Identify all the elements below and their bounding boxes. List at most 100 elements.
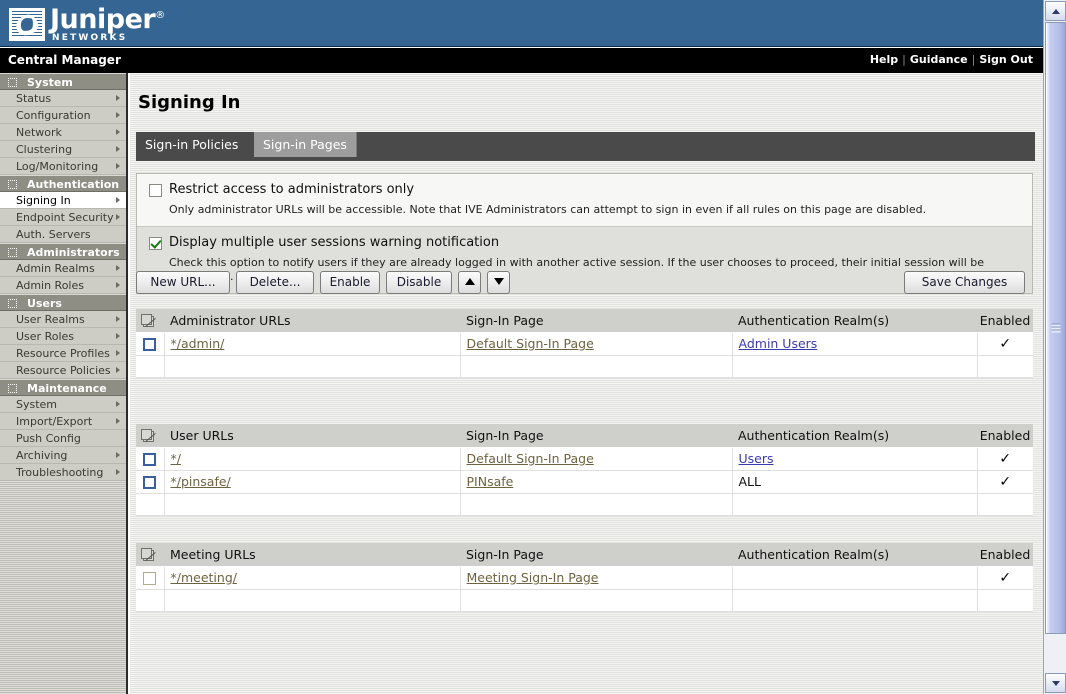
select-all-header[interactable] — [136, 309, 164, 332]
help-link[interactable]: Help — [870, 53, 898, 66]
sidebar-item-label: Log/Monitoring — [16, 160, 98, 173]
sign-in-page-link[interactable]: PINsafe — [467, 474, 514, 489]
sidebar-item-label: Admin Roles — [16, 279, 84, 292]
chevron-right-icon — [116, 129, 120, 135]
sign-in-page-link[interactable]: Default Sign-In Page — [467, 451, 594, 466]
chevron-right-icon — [116, 418, 120, 424]
sidebar-section-maintenance[interactable]: Maintenance — [0, 379, 126, 396]
grid-icon — [8, 180, 17, 189]
brand-bar: Juniper® NETWORKS — [0, 0, 1043, 47]
enable-button[interactable]: Enable — [320, 271, 380, 294]
sidebar-item-label: User Realms — [16, 313, 85, 326]
sign-in-page-link[interactable]: Default Sign-In Page — [467, 336, 594, 351]
multi-session-warning-checkbox[interactable] — [149, 237, 162, 250]
sidebar-item-status[interactable]: Status — [0, 90, 126, 107]
sidebar-item-network[interactable]: Network — [0, 124, 126, 141]
select-all-icon[interactable] — [143, 431, 154, 442]
url-link[interactable]: */admin/ — [171, 336, 225, 351]
select-all-icon[interactable] — [143, 550, 154, 561]
row-checkbox[interactable] — [143, 453, 156, 466]
restrict-admins-checkbox[interactable] — [149, 184, 162, 197]
grid-icon — [8, 299, 17, 308]
enabled-check-icon: ✓ — [999, 474, 1011, 490]
sidebar-item-maintenance-system[interactable]: System — [0, 396, 126, 413]
sidebar-item-archiving[interactable]: Archiving — [0, 447, 126, 464]
realm-link[interactable]: Users — [739, 451, 774, 466]
sign-out-link[interactable]: Sign Out — [979, 53, 1033, 66]
realm-text — [732, 566, 977, 589]
sidebar-item-admin-roles[interactable]: Admin Roles — [0, 277, 126, 294]
sidebar-item-user-realms[interactable]: User Realms — [0, 311, 126, 328]
juniper-logo: Juniper® NETWORKS — [9, 5, 165, 43]
brand-tagline: NETWORKS — [52, 34, 165, 43]
arrow-down-icon — [494, 278, 504, 285]
product-title-bar: Central Manager Help|Guidance|Sign Out — [0, 48, 1043, 73]
enabled-check-icon: ✓ — [999, 570, 1011, 586]
url-link[interactable]: */meeting/ — [171, 570, 237, 585]
sidebar-section-label: Administrators — [27, 246, 120, 259]
url-link[interactable]: */ — [171, 451, 181, 466]
sidebar-item-endpoint-security[interactable]: Endpoint Security — [0, 209, 126, 226]
row-checkbox[interactable] — [143, 338, 156, 351]
sign-in-page-link[interactable]: Meeting Sign-In Page — [467, 570, 599, 585]
chevron-right-icon — [116, 163, 120, 169]
sidebar-item-auth-servers[interactable]: Auth. Servers — [0, 226, 126, 243]
chevron-right-icon — [116, 146, 120, 152]
scroll-up-icon — [1052, 9, 1060, 14]
table-row: */meeting/ Meeting Sign-In Page ✓ — [136, 566, 1033, 589]
scroll-down-icon — [1052, 681, 1060, 686]
guidance-link[interactable]: Guidance — [910, 53, 968, 66]
sidebar-item-configuration[interactable]: Configuration — [0, 107, 126, 124]
sidebar-item-signing-in[interactable]: Signing In — [0, 192, 126, 209]
sidebar-section-label: Maintenance — [27, 382, 107, 395]
tab-sign-in-policies[interactable]: Sign-in Policies — [136, 132, 247, 157]
sidebar-item-resource-policies[interactable]: Resource Policies — [0, 362, 126, 379]
scroll-thumb[interactable] — [1045, 22, 1066, 634]
move-up-button[interactable] — [458, 271, 481, 294]
sidebar-item-log-monitoring[interactable]: Log/Monitoring — [0, 158, 126, 175]
new-url-button[interactable]: New URL... — [136, 271, 230, 294]
realm-link[interactable]: Admin Users — [739, 336, 818, 351]
sidebar-section-authentication[interactable]: Authentication — [0, 175, 126, 192]
select-all-header[interactable] — [136, 543, 164, 566]
sidebar-item-label: Endpoint Security — [16, 211, 114, 224]
sidebar-item-troubleshooting[interactable]: Troubleshooting — [0, 464, 126, 481]
nav-separator-1: | — [902, 53, 906, 66]
sidebar-item-clustering[interactable]: Clustering — [0, 141, 126, 158]
tab-underline — [136, 157, 1035, 161]
move-down-button[interactable] — [487, 271, 510, 294]
select-all-header[interactable] — [136, 424, 164, 447]
row-checkbox[interactable] — [143, 476, 156, 489]
action-toolbar: New URL... Delete... Enable Disable Save… — [136, 271, 1033, 297]
sidebar-item-label: Network — [16, 126, 62, 139]
chevron-right-icon — [116, 350, 120, 356]
sidebar-item-push-config[interactable]: Push Config — [0, 430, 126, 447]
sidebar-section-users[interactable]: Users — [0, 294, 126, 311]
sidebar-section-system[interactable]: System — [0, 73, 126, 90]
sidebar-item-label: Archiving — [16, 449, 67, 462]
chevron-right-icon — [116, 367, 120, 373]
enabled-column-header: Enabled — [977, 309, 1033, 332]
realms-column-header: Authentication Realm(s) — [732, 309, 977, 332]
scroll-down-button[interactable] — [1045, 673, 1066, 693]
chevron-right-icon — [116, 265, 120, 271]
scroll-grip-icon — [1051, 324, 1060, 333]
sidebar-item-resource-profiles[interactable]: Resource Profiles — [0, 345, 126, 362]
url-link[interactable]: */pinsafe/ — [171, 474, 231, 489]
save-changes-button[interactable]: Save Changes — [904, 271, 1025, 294]
sidebar-section-administrators[interactable]: Administrators — [0, 243, 126, 260]
disable-button[interactable]: Disable — [386, 271, 452, 294]
product-name: Central Manager — [8, 53, 121, 67]
restrict-admins-label: Restrict access to administrators only — [169, 183, 414, 197]
tab-sign-in-pages[interactable]: Sign-in Pages — [254, 132, 357, 157]
sidebar-item-import-export[interactable]: Import/Export — [0, 413, 126, 430]
row-checkbox[interactable] — [143, 572, 156, 585]
scroll-up-button[interactable] — [1045, 1, 1066, 21]
enabled-check-icon: ✓ — [999, 451, 1011, 467]
select-all-icon[interactable] — [143, 316, 154, 327]
sidebar-item-label: Troubleshooting — [16, 466, 103, 479]
sidebar-item-user-roles[interactable]: User Roles — [0, 328, 126, 345]
sidebar-item-admin-realms[interactable]: Admin Realms — [0, 260, 126, 277]
delete-button[interactable]: Delete... — [236, 271, 314, 294]
vertical-scrollbar[interactable] — [1043, 0, 1066, 694]
